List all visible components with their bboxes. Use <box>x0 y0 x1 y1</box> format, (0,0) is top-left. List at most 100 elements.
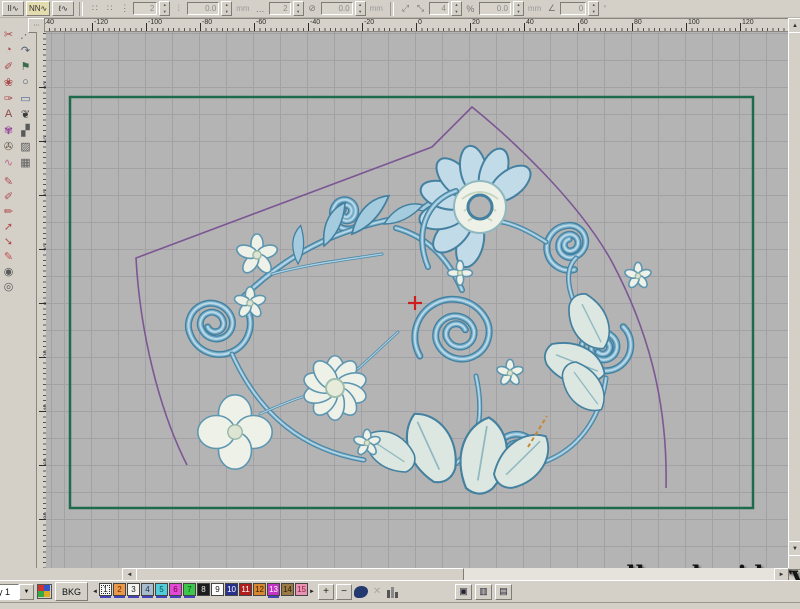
design-selector-dropdown[interactable]: y 1 ▼ <box>0 583 34 600</box>
zero-percent-icon: ⊘ <box>308 3 316 13</box>
repeat-count-spinner[interactable]: ▲ ▼ <box>159 1 171 16</box>
flag-tool-icon[interactable]: ⚑ <box>17 58 34 74</box>
thread-color-chip-8[interactable]: 8 <box>197 582 211 596</box>
pen-tool-icon[interactable]: ✑ <box>0 90 17 106</box>
density-value-spinner[interactable]: ▲ ▼ <box>450 1 462 16</box>
palette-next-icon[interactable]: ► <box>308 585 316 599</box>
chip-underline <box>128 595 140 598</box>
target-icon[interactable]: ◎ <box>0 279 17 294</box>
pale-flower-center <box>506 369 514 377</box>
thread-color-chip-1[interactable]: 1 <box>99 582 113 598</box>
ruler-label: -40 <box>310 19 321 26</box>
density-dots-icon[interactable]: ∷ <box>88 2 101 15</box>
stitch-pen-2-icon[interactable]: ✐ <box>0 189 17 204</box>
thread-color-chip-5[interactable]: 5 <box>155 582 169 598</box>
stitch-arrow-1-icon[interactable]: ➚ <box>0 219 17 234</box>
thread-color-chip-3[interactable]: 3 <box>127 582 141 598</box>
node-edit-icon[interactable]: ◔ <box>0 42 17 58</box>
photo-tool-icon[interactable]: ▨ <box>17 138 34 154</box>
thread-color-chip-12[interactable]: 12 <box>253 582 267 596</box>
thread-color-chip-15[interactable]: 15 <box>295 582 309 596</box>
ruler-label: 40 <box>526 19 534 26</box>
offset-length-spinner[interactable]: ▲ ▼ <box>221 1 233 16</box>
pattern-length-field[interactable]: 0.0 <box>320 2 353 15</box>
stitch-length-field[interactable]: 0.0 <box>478 2 511 15</box>
clipart-tool-icon[interactable]: ❦ <box>17 106 34 122</box>
flower-tool-icon[interactable]: ❀ <box>0 74 17 90</box>
ruler-label: 0 <box>418 19 422 26</box>
ruler-major-tick <box>578 23 579 31</box>
points-icon[interactable]: ⋮ <box>118 2 131 15</box>
freehand-select-icon[interactable]: ✂ <box>0 26 17 42</box>
angle-spinner[interactable]: ▲ ▼ <box>588 1 600 16</box>
view-normal-button[interactable]: ▣ <box>455 583 473 600</box>
density-value-field[interactable]: 4 <box>428 2 449 15</box>
stitch-length-unit-label: mm <box>527 4 542 13</box>
pattern-length-spinner[interactable]: ▲ ▼ <box>354 1 366 16</box>
delete-color-icon[interactable]: ✕ <box>370 585 384 599</box>
pale-flower-center <box>634 272 642 280</box>
design-canvas[interactable]: gallery.broidery.ru <box>46 32 800 589</box>
stitch-mode-satin-button[interactable]: NN∿ <box>26 1 51 16</box>
add-color-button[interactable]: + <box>318 583 335 600</box>
view-3d-button[interactable]: ▤ <box>495 583 513 600</box>
circle-s-icon[interactable]: ◉ <box>0 264 17 279</box>
ribbon-tool-icon[interactable]: ∿ <box>0 154 17 170</box>
stitch-length-spinner[interactable]: ▲ ▼ <box>512 1 524 16</box>
thread-color-chip-7[interactable]: 7 <box>183 582 197 598</box>
stitch-pen-3-icon[interactable]: ✏ <box>0 204 17 219</box>
stitch-statistics-icon[interactable] <box>386 585 400 598</box>
remove-color-button[interactable]: − <box>336 583 353 600</box>
figure-tool-icon[interactable]: ✾ <box>0 122 17 138</box>
people-tool-icon[interactable]: ▞ <box>17 122 34 138</box>
ruler-major-tick <box>146 23 147 31</box>
stitch-mode-outline-button[interactable]: ℓ∿ <box>52 1 75 16</box>
expand-icon[interactable]: ⤢ <box>399 2 412 15</box>
thread-color-chip-4[interactable]: 4 <box>141 582 155 598</box>
connector-pen-icon[interactable]: ✎ <box>0 249 17 264</box>
thread-color-chip-10[interactable]: 10 <box>225 582 239 596</box>
ruler-major-tick <box>686 23 687 31</box>
scroll-corner-button[interactable] <box>788 555 800 570</box>
stitch-arrow-2-icon[interactable]: ➘ <box>0 234 17 249</box>
pattern-count-field[interactable]: 2 <box>268 2 291 15</box>
vertical-scroll-thumb[interactable] <box>788 32 800 542</box>
thread-color-chip-6[interactable]: 6 <box>169 582 183 598</box>
pattern-tool-icon[interactable]: ▦ <box>17 154 34 170</box>
scroll-down-button[interactable]: ▼ <box>788 541 800 556</box>
camera-tool-icon[interactable]: ✇ <box>0 138 17 154</box>
rect-tool-icon[interactable]: ▭ <box>17 90 34 106</box>
stitch-mode-column-button[interactable]: II∿ <box>2 1 24 16</box>
ruler-label: -80 <box>202 19 213 26</box>
pattern-count-spinner[interactable]: ▲ ▼ <box>292 1 304 16</box>
stitch-pen-1-icon[interactable]: ✎ <box>0 174 17 189</box>
ellipse-tool-icon[interactable]: ○ <box>17 74 34 90</box>
offset-icon: ⦙ <box>177 3 180 13</box>
design-colors-icon[interactable] <box>37 584 52 599</box>
dropdown-arrow-icon[interactable]: ▼ <box>19 583 34 600</box>
repeat-count-field[interactable]: 2 <box>133 2 158 15</box>
thread-color-chip-14[interactable]: 14 <box>281 582 295 596</box>
thread-color-chip-2[interactable]: 2 <box>113 582 127 598</box>
scroll-up-button[interactable]: ▲ <box>788 18 800 33</box>
text-tool-icon[interactable]: A <box>0 106 17 122</box>
spacing-dots-icon[interactable]: ∷ <box>103 2 116 15</box>
view-wireframe-button[interactable]: ▥ <box>475 583 493 600</box>
ruler-units-button[interactable]: ⋯ <box>28 18 45 33</box>
ruler-major-tick <box>254 23 255 31</box>
tool-column: ✎ ✐ ✏ ➚ ➘ ✎ ◉ ◎ <box>0 174 36 294</box>
palette-prev-icon[interactable]: ◄ <box>91 585 99 599</box>
thread-color-chip-13[interactable]: 13 <box>267 582 281 598</box>
thread-color-chip-11[interactable]: 11 <box>239 582 253 596</box>
thread-color-chip-9[interactable]: 9 <box>211 582 225 596</box>
offset-length-field[interactable]: 0.0 <box>187 2 220 15</box>
ruler-label: 80 <box>634 19 642 26</box>
pan-tool-icon[interactable] <box>354 585 369 598</box>
angle-field[interactable]: 0 <box>560 2 587 15</box>
shrink-icon[interactable]: ⤡ <box>414 2 427 15</box>
eye-tool-icon[interactable]: ✐ <box>0 58 17 74</box>
ruler-label: 20 <box>472 19 480 26</box>
embroidery-editor-window: II∿ NN∿ ℓ∿ ∷ ∷ ⋮ 2 ▲ ▼ ⦙ 0.0 ▲ ▼ mm … 2 ▲ ▼… <box>0 0 800 609</box>
background-color-button[interactable]: BKG <box>55 582 89 601</box>
arc-tool-icon[interactable]: ↷ <box>17 42 34 58</box>
